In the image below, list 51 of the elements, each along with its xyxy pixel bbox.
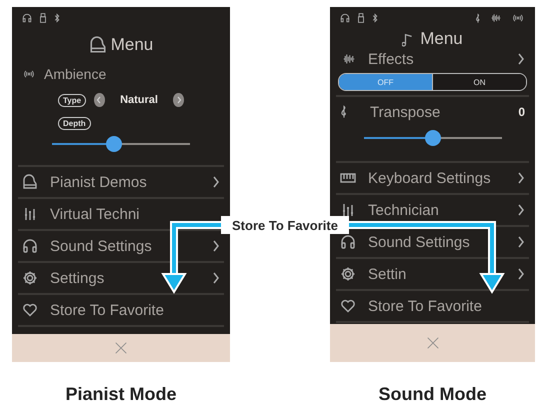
transpose-value: 0 [518,105,525,119]
toggle-option[interactable]: ON [433,74,526,90]
type-label: Type [58,94,86,106]
settings-icon [340,266,356,282]
headphones-icon [22,238,38,254]
heart-icon [22,302,38,318]
section-label: Transpose [370,104,440,120]
headphones-icon [340,234,356,250]
settings-icon [22,270,38,286]
menu-item-label[interactable]: Technician [368,202,439,218]
menu-item-label[interactable]: Keyboard Settings [368,170,491,186]
sound-waves-icon [22,69,36,79]
usb-icon [39,13,47,23]
previous-button[interactable] [94,93,105,107]
close-icon [426,336,440,350]
callout-label: Store To Favorite [221,216,349,234]
piano-icon [88,36,107,54]
menu-title: Menu [110,35,154,55]
menu-item-label[interactable]: Pianist Demos [50,174,147,190]
tuning-icon [340,202,356,218]
slider[interactable] [52,136,190,152]
headphones-icon [22,13,32,23]
sound-waves-icon [511,13,525,23]
next-button[interactable] [173,93,184,107]
chevron-left-icon [96,96,102,104]
chevron-right-icon [176,96,182,104]
close-icon [114,341,128,355]
usb-icon [357,13,365,23]
type-value: Natural [119,94,159,106]
menu-item-label[interactable]: Sound Settings [50,238,152,254]
menu-item-label[interactable]: Store To Favorite [368,298,482,314]
tuning-icon [22,206,38,222]
section-label: Effects [368,50,414,68]
mode-caption: Pianist Mode [65,384,176,405]
section-label: Ambience [44,66,106,82]
bluetooth-icon [54,13,60,23]
depth-label: Depth [58,116,91,130]
piano-icon [22,174,38,190]
bluetooth-icon [372,13,378,23]
headphones-icon [340,13,350,23]
menu-title: Menu [420,29,463,49]
heart-icon [340,298,356,314]
menu-item-label[interactable]: Settin [368,266,406,282]
menu-item-label[interactable]: Settings [50,270,104,286]
menu-item-label[interactable]: Store To Favorite [50,302,164,318]
menu-item-label[interactable]: Sound Settings [368,234,470,250]
menu-item-label[interactable]: Virtual Techni [50,206,140,222]
treble-clef-icon [475,12,481,24]
mode-caption: Sound Mode [378,384,486,405]
slider[interactable] [364,130,502,146]
treble-clef-icon [340,105,348,119]
